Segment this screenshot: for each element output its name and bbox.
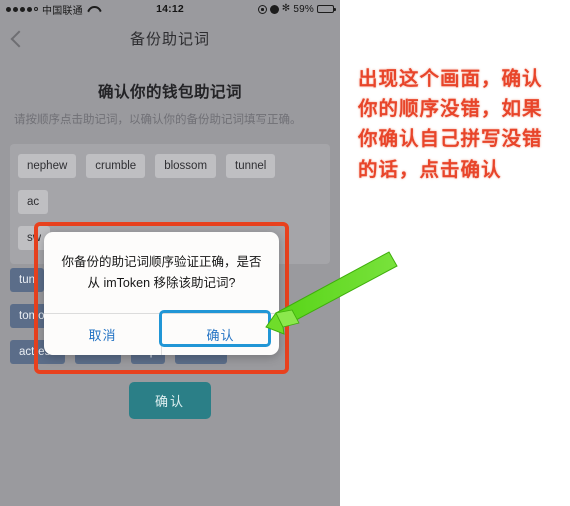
word-chip-partial[interactable]: ac <box>18 189 49 214</box>
word-pool-row-1: nephew crumble blossom tunnel <box>18 153 322 178</box>
dialog-message: 你备份的助记词顺序验证正确，是否从 imToken 移除该助记词? <box>61 255 262 291</box>
annotation-panel: 出现这个画面，确认你的顺序没错，如果你确认自己拼写没错的话，点击确认 <box>340 0 570 506</box>
word-chip[interactable]: crumble <box>86 153 146 178</box>
battery-icon <box>317 4 336 14</box>
content-subtitle: 请按顺序点击助记词，以确认你的备份助记词填写正确。 <box>14 114 302 126</box>
content-heading: 确认你的钱包助记词 <box>97 84 242 101</box>
word-chip[interactable]: blossom <box>155 153 217 178</box>
rotation-lock-icon <box>257 4 267 14</box>
page-title: 备份助记词 <box>129 30 210 48</box>
battery-percent-label: 59% <box>293 3 314 15</box>
word-pool-row-2: ac <box>18 189 322 214</box>
status-bar-right: ✻ 59% <box>257 3 336 15</box>
annotation-box-confirm-button <box>159 310 271 347</box>
chevron-left-icon[interactable] <box>10 31 24 45</box>
word-chip[interactable]: nephew <box>18 153 77 178</box>
alarm-clock-icon <box>269 4 279 14</box>
dialog-cancel-button[interactable]: 取消 <box>44 314 161 355</box>
screenshot-root: 中国联通 14:12 ✻ 59% 备份助记词 确认你的钱包助记词 请按顺序点击助… <box>0 0 570 506</box>
bottom-confirm-wrap: 确认 <box>0 381 340 419</box>
word-chip[interactable]: tunnel <box>226 153 276 178</box>
navigation-bar: 备份助记词 <box>0 18 340 58</box>
bluetooth-icon: ✻ <box>281 3 291 14</box>
confirm-button[interactable]: 确认 <box>128 381 211 419</box>
status-bar: 中国联通 14:12 ✻ 59% <box>0 0 340 18</box>
annotation-text: 出现这个画面，确认你的顺序没错，如果你确认自己拼写没错的话，点击确认 <box>358 68 543 181</box>
